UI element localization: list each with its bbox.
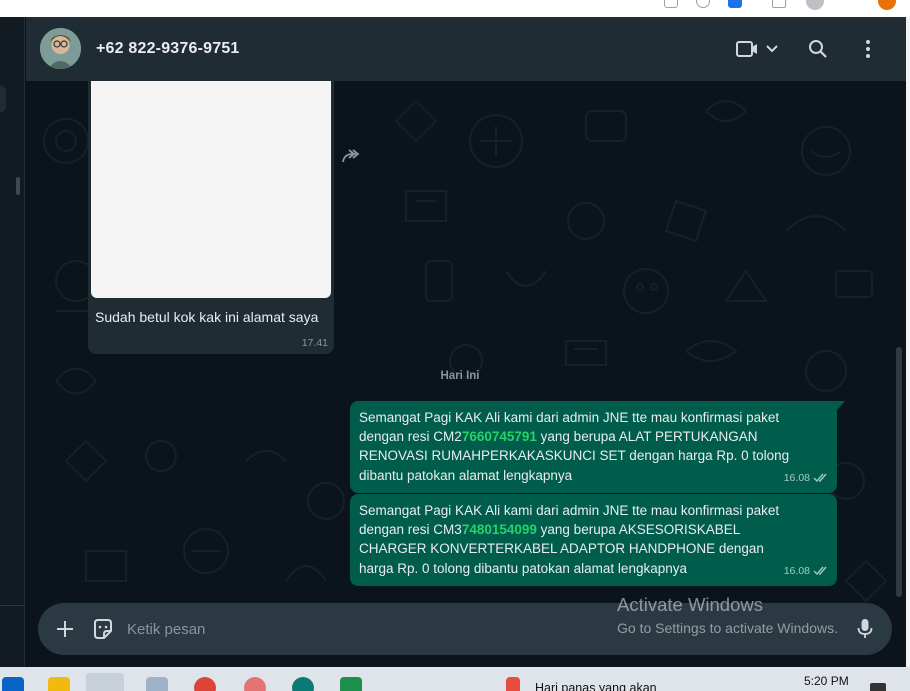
conversation-scrollbar[interactable] — [896, 347, 902, 597]
taskbar-app-icon[interactable] — [292, 677, 314, 691]
double-check-icon — [813, 566, 827, 576]
plus-icon — [57, 621, 73, 637]
message-meta: 16.08 — [784, 469, 829, 488]
outgoing-message-bubble[interactable]: Semangat Pagi KAK Ali kami dari admin JN… — [350, 401, 845, 493]
excel-icon[interactable] — [340, 677, 362, 691]
conversation-panel: +62 822-9376-9751 Sudah betul kok kak in… — [26, 17, 906, 667]
browser-toolbar-strip — [0, 0, 910, 17]
outgoing-message-bubble[interactable]: Semangat Pagi KAK Ali kami dari admin JN… — [350, 494, 837, 586]
kebab-menu-icon — [866, 40, 870, 58]
chat-list-pane — [0, 17, 25, 667]
chat-list-scrollbar[interactable] — [16, 177, 20, 195]
profile-avatar-icon[interactable] — [806, 0, 824, 10]
taskbar-app-icon[interactable] — [244, 677, 266, 691]
weather-widget-text[interactable]: Hari panas yang akan — [535, 681, 657, 691]
contact-avatar[interactable] — [40, 28, 81, 69]
pane-divider — [0, 605, 25, 606]
message-composer — [26, 603, 906, 667]
weather-icon — [506, 677, 520, 691]
windows-taskbar: Hari panas yang akan 5:20 PM — [0, 667, 910, 691]
taskbar-clock[interactable]: 5:20 PM — [804, 674, 849, 688]
microphone-icon — [857, 619, 873, 638]
bookmark-star-icon[interactable] — [696, 0, 710, 8]
double-check-icon — [813, 473, 827, 483]
chat-header[interactable]: +62 822-9376-9751 — [26, 17, 906, 81]
search-button[interactable] — [804, 35, 832, 63]
chrome-icon[interactable] — [194, 677, 216, 691]
sticker-button[interactable] — [90, 616, 116, 642]
extension-icon[interactable] — [728, 0, 742, 8]
taskbar-app-icon[interactable] — [146, 677, 168, 691]
downloads-icon[interactable] — [772, 0, 786, 8]
message-meta: 16.08 — [784, 562, 829, 581]
search-icon — [809, 40, 827, 58]
incoming-message-bubble[interactable]: Sudah betul kok kak ini alamat saya 17.4… — [88, 79, 334, 354]
date-divider: Hari Ini — [440, 370, 480, 382]
incoming-message-text: Sudah betul kok kak ini alamat saya — [95, 309, 319, 325]
tracking-number-link[interactable]: 7480154099 — [462, 522, 537, 537]
tab-search-icon[interactable] — [664, 0, 678, 8]
forward-icon[interactable] — [340, 147, 362, 165]
video-camera-icon — [736, 41, 778, 57]
contact-name[interactable]: +62 822-9376-9751 — [96, 40, 240, 58]
message-time: 16.08 — [783, 471, 810, 484]
edge-browser-icon[interactable] — [86, 673, 124, 691]
incoming-message-time: 17.41 — [301, 337, 328, 349]
video-call-button[interactable] — [734, 35, 784, 63]
notification-center-icon[interactable] — [870, 683, 886, 691]
file-explorer-icon[interactable] — [48, 677, 70, 691]
pane-edge-handle[interactable] — [0, 85, 6, 113]
composer-box — [38, 603, 892, 655]
menu-button[interactable] — [854, 35, 882, 63]
browser-menu-icon[interactable] — [878, 0, 896, 10]
message-input[interactable] — [127, 615, 827, 643]
whatsapp-web-window: +62 822-9376-9751 Sudah betul kok kak in… — [0, 17, 906, 667]
message-time: 16.08 — [783, 564, 810, 577]
attach-button[interactable] — [52, 616, 78, 642]
sticker-icon — [94, 619, 112, 639]
taskbar-app-icon[interactable] — [2, 677, 24, 691]
voice-message-button[interactable] — [852, 616, 878, 642]
tracking-number-link[interactable]: 7660745791 — [462, 429, 537, 444]
message-image-attachment[interactable] — [91, 79, 331, 298]
